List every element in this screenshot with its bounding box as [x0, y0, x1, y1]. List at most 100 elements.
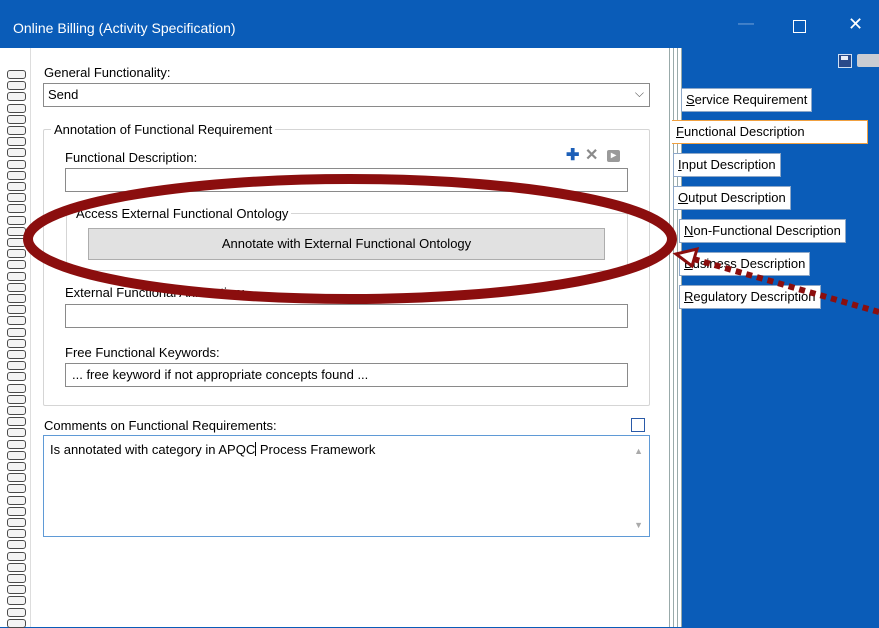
binding-ring — [7, 238, 26, 247]
annotate-external-ontology-button[interactable]: Annotate with External Functional Ontolo… — [88, 228, 605, 260]
comments-value: Is annotated with category in APQC Proce… — [50, 442, 375, 457]
next-icon[interactable]: ▸ — [607, 150, 620, 162]
close-button[interactable]: ✕ — [848, 15, 863, 33]
binding-ring — [7, 70, 26, 79]
tab-accelerator: F — [676, 124, 684, 139]
comments-text-before-caret: Is annotated with category in APQC — [50, 442, 256, 457]
free-keywords-input[interactable]: ... free keyword if not appropriate conc… — [65, 363, 628, 387]
binding-ring — [7, 305, 26, 315]
binding-ring — [7, 294, 26, 303]
binding-ring — [7, 282, 26, 292]
binding-ring — [7, 114, 26, 124]
tab-service-requirement[interactable]: Service Requirement — [681, 88, 813, 112]
tab-accelerator: O — [678, 190, 689, 205]
binding-ring — [7, 215, 26, 225]
binding-ring — [7, 361, 26, 371]
tab-input-description[interactable]: Input Description — [673, 153, 781, 177]
binding-ring — [7, 585, 26, 595]
free-keywords-label: Free Functional Keywords: — [65, 345, 220, 360]
binding-ring — [7, 182, 26, 191]
binding-ring — [7, 562, 26, 572]
binding-ring — [7, 618, 26, 628]
binding-ring — [7, 406, 26, 415]
external-ontology-legend: Access External Functional Ontology — [73, 206, 292, 221]
tab-label: egulatory Description — [693, 289, 816, 304]
binding-ring — [7, 204, 26, 214]
binding-ring — [7, 81, 26, 91]
free-keywords-value: ... free keyword if not appropriate conc… — [72, 367, 369, 382]
binding-ring — [7, 574, 26, 583]
functional-description-label: Functional Description: — [65, 150, 198, 165]
tab-output-description[interactable]: Output Description — [673, 186, 791, 210]
binding-ring — [7, 417, 26, 427]
tab-label: ervice Requirement — [694, 92, 808, 107]
binding-ring — [7, 338, 26, 348]
scroll-up-icon[interactable]: ▲ — [634, 446, 643, 456]
title-bar: Online Billing (Activity Specification) … — [0, 0, 879, 48]
binding-ring — [7, 473, 26, 483]
tab-label: unctional Description — [683, 124, 805, 139]
spiral-binding — [0, 48, 31, 628]
comments-label: Comments on Functional Requirements: — [44, 418, 277, 433]
binding-ring — [7, 439, 26, 449]
binding-ring — [7, 92, 26, 102]
tab-non-functional-description[interactable]: Non-Functional Description — [679, 219, 846, 243]
binding-ring — [7, 540, 26, 550]
binding-ring — [7, 596, 26, 606]
tab-label: utput Description — [688, 190, 786, 205]
functional-description-input[interactable] — [65, 168, 628, 192]
external-functional-input[interactable] — [65, 304, 628, 328]
tab-label: on-Functional Description — [693, 223, 841, 238]
binding-ring — [7, 518, 26, 527]
save-icon[interactable] — [838, 54, 852, 68]
binding-ring — [7, 462, 26, 471]
binding-ring — [7, 551, 26, 561]
comments-textarea[interactable]: Is annotated with category in APQC Proce… — [43, 435, 650, 537]
tab-accelerator: R — [684, 289, 694, 304]
binding-ring — [7, 327, 26, 337]
comments-checkbox[interactable] — [631, 418, 645, 432]
comments-text-after-caret: Process Framework — [256, 442, 376, 457]
general-functionality-select[interactable]: Send ⌵ — [43, 83, 650, 107]
binding-ring — [7, 271, 26, 281]
binding-ring — [7, 607, 26, 617]
add-icon[interactable]: ✚ — [566, 148, 579, 164]
binding-ring — [7, 350, 26, 359]
tab-regulatory-description[interactable]: Regulatory Description — [679, 285, 821, 309]
binding-ring — [7, 126, 26, 135]
tab-accelerator: N — [684, 223, 694, 238]
maximize-button[interactable] — [793, 20, 806, 33]
binding-ring — [7, 506, 26, 516]
binding-ring — [7, 226, 26, 236]
minimize-button[interactable]: — — [738, 16, 754, 32]
delete-icon[interactable]: ✕ — [585, 148, 598, 164]
binding-ring — [7, 260, 26, 270]
tab-business-description[interactable]: Business Description — [679, 252, 811, 276]
binding-ring — [7, 193, 26, 203]
scroll-down-icon[interactable]: ▼ — [634, 520, 643, 530]
binding-ring — [7, 137, 26, 147]
external-functional-label: External Functional Annotation: — [65, 285, 245, 300]
binding-ring — [7, 249, 26, 259]
binding-ring — [7, 495, 26, 505]
binding-ring — [7, 170, 26, 180]
tab-accelerator: S — [686, 92, 695, 107]
tab-label: nput Description — [681, 157, 776, 172]
annotation-group-legend: Annotation of Functional Requirement — [51, 122, 276, 137]
tab-label: usiness Description — [692, 256, 806, 271]
general-functionality-label: General Functionality: — [44, 65, 171, 80]
chevron-down-icon[interactable]: ⌵ — [635, 86, 644, 101]
binding-ring — [7, 428, 26, 438]
binding-ring — [7, 103, 26, 113]
tab-functional-description[interactable]: Functional Description — [672, 120, 868, 144]
binding-ring — [7, 450, 26, 460]
tab-accelerator: B — [684, 256, 693, 271]
print-icon[interactable] — [857, 54, 879, 67]
binding-ring — [7, 316, 26, 326]
binding-ring — [7, 394, 26, 404]
binding-ring — [7, 159, 26, 169]
binding-ring — [7, 383, 26, 393]
general-functionality-value: Send — [48, 87, 79, 102]
binding-ring — [7, 484, 26, 494]
binding-ring — [7, 148, 26, 158]
